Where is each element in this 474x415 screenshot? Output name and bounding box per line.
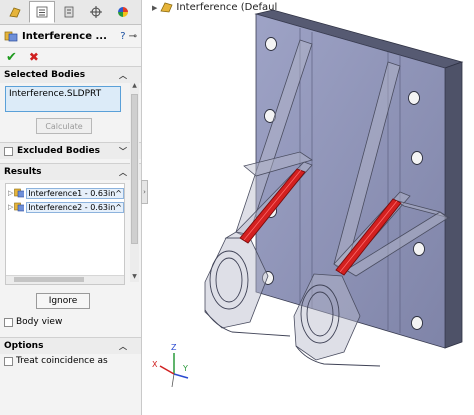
help-icon[interactable]: ?	[120, 31, 125, 42]
graphics-area[interactable]: Z X Y	[149, 0, 474, 415]
interference-tool-icon	[4, 31, 18, 42]
ignore-button[interactable]: Ignore	[36, 293, 90, 309]
manager-tabs	[0, 0, 141, 25]
result-label: Interference2 - 0.63in^	[26, 201, 124, 213]
results-header[interactable]: Results ︿	[0, 163, 141, 180]
triad-z-label: Z	[171, 343, 177, 352]
expand-chevron-icon[interactable]: ﹀	[119, 146, 127, 157]
collapse-chevron-icon[interactable]: ︿	[119, 341, 127, 352]
tab-dimxpert-manager[interactable]	[83, 1, 109, 23]
collapse-chevron-icon[interactable]: ︿	[119, 167, 127, 178]
treat-coincidence-checkbox[interactable]	[4, 356, 13, 366]
tab-configuration-manager[interactable]	[56, 1, 82, 23]
pin-icon[interactable]: ⊸	[129, 31, 137, 42]
excluded-bodies-label: Excluded Bodies	[17, 146, 100, 156]
coordinate-triad: Z X Y	[152, 343, 189, 388]
scrollbar-thumb[interactable]	[131, 94, 138, 244]
options-header[interactable]: Options ︿	[0, 337, 141, 354]
selected-bodies-title: Selected Bodies	[4, 70, 86, 80]
manager-title-row: Interference ... ? ⊸	[0, 25, 141, 48]
interference-result-icon	[14, 188, 25, 198]
page-title: Interference ...	[22, 30, 107, 42]
ok-checkmark-icon[interactable]: ✔	[6, 50, 17, 65]
result-label: Interference1 - 0.63in^	[26, 187, 124, 199]
body-view-label: Body view	[16, 317, 63, 327]
scrollbar-thumb[interactable]	[14, 277, 84, 282]
part-icon	[160, 2, 173, 13]
configuration-icon	[64, 6, 74, 18]
calculate-button[interactable]: Calculate	[36, 118, 92, 134]
property-list-icon	[36, 6, 48, 18]
treat-coincidence-label: Treat coincidence as	[16, 356, 108, 366]
selected-bodies-header[interactable]: Selected Bodies ︿	[0, 66, 141, 83]
cancel-x-icon[interactable]: ✖	[29, 50, 39, 64]
tab-display-manager[interactable]	[110, 1, 136, 23]
vertical-scrollbar[interactable]: ▲ ▼	[130, 82, 139, 282]
list-item[interactable]: ▷ Interference1 - 0.63in^	[6, 186, 124, 200]
part-icon	[9, 7, 21, 18]
panel-splitter-handle[interactable]: ›	[141, 180, 148, 204]
horizontal-scrollbar[interactable]	[6, 275, 124, 284]
collapse-chevron-icon[interactable]: ︿	[119, 70, 127, 81]
treat-coincidence-row[interactable]: Treat coincidence as	[0, 354, 141, 368]
triad-x-label: X	[152, 360, 158, 369]
results-list[interactable]: ▷ Interference1 - 0.63in^ ▷ Interference…	[5, 183, 125, 285]
model-view[interactable]: Z X Y	[149, 0, 474, 415]
confirm-row: ✔ ✖	[0, 48, 141, 66]
property-manager: Interference ... ? ⊸ ✔ ✖ Selected Bodies…	[0, 0, 142, 415]
scroll-down-icon[interactable]: ▼	[130, 273, 139, 282]
interference-result-icon	[14, 202, 25, 212]
tab-feature-manager[interactable]	[2, 1, 28, 23]
expand-arrow-icon[interactable]: ▶	[152, 4, 157, 12]
body-view-row[interactable]: Body view	[0, 315, 141, 329]
color-wheel-icon	[118, 7, 128, 17]
scroll-up-icon[interactable]: ▲	[130, 82, 139, 91]
excluded-bodies-checkbox[interactable]	[4, 146, 13, 156]
body-view-checkbox[interactable]	[4, 317, 13, 327]
list-item[interactable]: Interference.SLDPRT	[9, 89, 117, 99]
options-title: Options	[4, 341, 44, 351]
feature-tree-root-label: Interference (Defaul	[176, 2, 278, 13]
selected-bodies-list[interactable]: Interference.SLDPRT	[5, 86, 121, 112]
tab-property-manager[interactable]	[29, 1, 55, 23]
crosshair-icon	[90, 6, 102, 18]
feature-tree-root[interactable]: ▶ Interference (Defaul	[152, 2, 277, 13]
results-title: Results	[4, 167, 42, 177]
excluded-bodies-header[interactable]: Excluded Bodies ﹀	[0, 142, 141, 159]
list-item[interactable]: ▷ Interference2 - 0.63in^	[6, 200, 124, 214]
triad-y-label: Y	[182, 364, 188, 373]
